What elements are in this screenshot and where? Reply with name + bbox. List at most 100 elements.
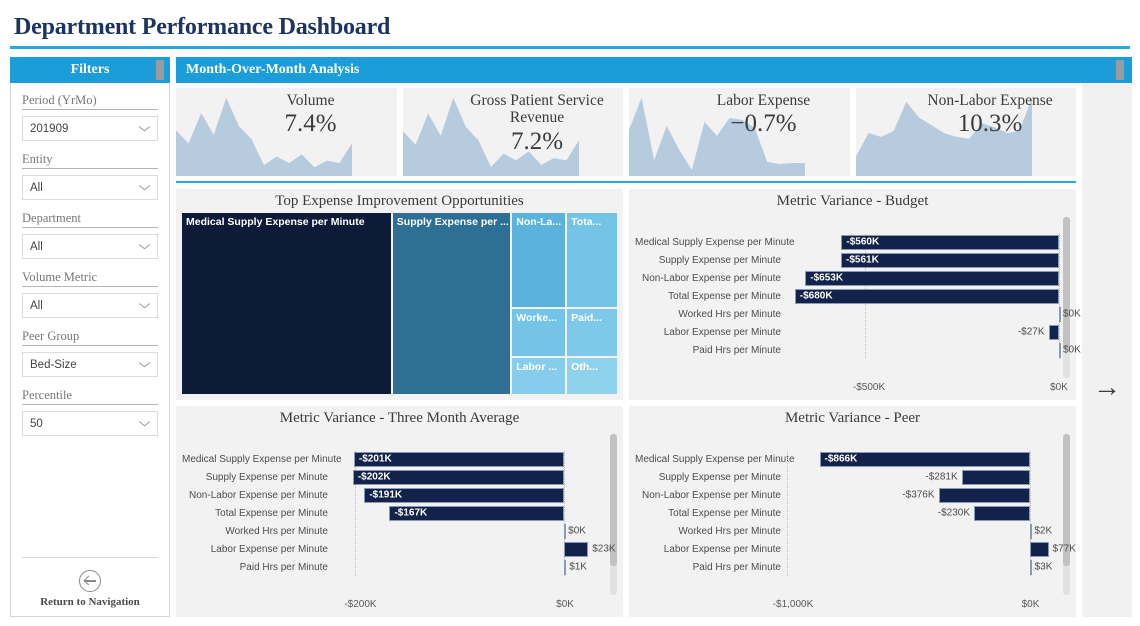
chart-title-budget: Metric Variance - Budget [776, 193, 929, 209]
bar-row[interactable]: Supply Expense per Minute -$281K [635, 468, 1059, 486]
bar-track: $0K [787, 341, 1081, 359]
filter-value-peer-group: Bed-Size [30, 358, 77, 371]
treemap-tile-label: Medical Supply Expense per Minute [186, 216, 365, 228]
bar-row[interactable]: Non-Labor Expense per Minute -$376K [635, 486, 1059, 504]
kpi-card-non-labor-expense[interactable]: Non-Labor Expense 10.3% [855, 88, 1076, 176]
bar[interactable] [805, 270, 1059, 286]
bar-row[interactable]: Paid Hrs per Minute $0K [635, 341, 1081, 359]
gridline [1059, 287, 1060, 305]
bar-row[interactable]: Medical Supply Expense per Minute -$560K [635, 233, 1060, 251]
gridline [1059, 251, 1060, 269]
return-to-navigation-label: Return to Navigation [40, 596, 140, 608]
bar-row[interactable]: Labor Expense per Minute $77K [635, 540, 1076, 558]
bar-row[interactable]: Paid Hrs per Minute $3K [635, 558, 1059, 576]
treemap-tile[interactable]: Medical Supply Expense per Minute [182, 213, 391, 394]
bar[interactable] [1029, 541, 1049, 557]
kpi-card-labor-expense[interactable]: Labor Expense −0.7% [629, 88, 850, 176]
bar-track: -$201K [334, 450, 606, 468]
filter-select-period[interactable]: 201909 [22, 116, 158, 141]
kpi-title-nonlabor: Non-Labor Expense [927, 92, 1053, 109]
bar-row[interactable]: Total Expense per Minute -$167K [182, 504, 606, 522]
kpi-title-labor: Labor Expense [716, 92, 811, 109]
gridline [1059, 269, 1060, 287]
bar-row[interactable]: Paid Hrs per Minute $1K [182, 558, 606, 576]
bar[interactable] [1059, 342, 1061, 358]
treemap-tile-label: Paid... [571, 312, 603, 325]
bar-row[interactable]: Worked Hrs per Minute $0K [635, 305, 1081, 323]
kpi-card-gross-patient-service-revenue[interactable]: Gross Patient Service Revenue 7.2% [402, 88, 623, 176]
treemap-tile[interactable]: Non-La... [512, 213, 566, 308]
treemap-tile[interactable]: Oth... [567, 358, 617, 394]
bar[interactable] [564, 523, 567, 539]
bar-row[interactable]: Total Expense per Minute -$680K [635, 287, 1060, 305]
bar-row[interactable]: Non-Labor Expense per Minute -$653K [635, 269, 1060, 287]
treemap-tile[interactable]: Paid... [567, 309, 617, 357]
bar-category-label: Labor Expense per Minute [210, 543, 328, 555]
filter-select-percentile[interactable]: 50 [22, 411, 158, 436]
bar-value-label: -$202K [357, 471, 391, 483]
title-underline-rule [10, 46, 1130, 49]
treemap-tile[interactable]: Supply Expense per ... [392, 213, 511, 394]
bar-value-label: -$201K [358, 453, 392, 465]
bar-row[interactable]: Worked Hrs per Minute $2K [635, 522, 1059, 540]
bar-track: $1K [334, 558, 606, 576]
bar-row[interactable]: Supply Expense per Minute -$202K [182, 468, 606, 486]
gridline [864, 341, 866, 359]
bar-category-label: Total Expense per Minute [668, 507, 781, 519]
bar-value-label: -$653K [810, 272, 844, 284]
chevron-down-icon [139, 243, 150, 250]
filter-select-entity[interactable]: All [22, 175, 158, 200]
bar-track: $2K [787, 522, 1059, 540]
bar-track: -$281K [787, 468, 1059, 486]
bar[interactable] [974, 505, 1030, 521]
filter-select-volume-metric[interactable]: All [22, 293, 158, 318]
three-month-chart-scrollbar[interactable] [610, 434, 617, 595]
filter-select-department[interactable]: All [22, 234, 158, 259]
axis-tick-label: $0K [1021, 599, 1040, 610]
gridline [564, 468, 566, 486]
bar[interactable] [938, 487, 1030, 503]
bar[interactable] [1059, 306, 1061, 322]
bar[interactable] [564, 541, 589, 557]
bar-row[interactable]: Medical Supply Expense per Minute -$866K [635, 450, 1059, 468]
peer-chart-scrollbar[interactable] [1063, 434, 1070, 595]
filter-label-period: Period (YrMo) [22, 93, 158, 110]
chevron-down-icon [139, 420, 150, 427]
kpi-card-volume[interactable]: Volume 7.4% [176, 88, 397, 176]
bar[interactable] [794, 288, 1059, 304]
filters-panel-title: Filters [70, 62, 110, 77]
return-to-navigation-button[interactable]: Return to Navigation [22, 557, 158, 608]
filter-label-percentile: Percentile [22, 388, 158, 405]
bar[interactable] [1048, 324, 1059, 340]
treemap-tile[interactable]: Tota... [567, 213, 617, 308]
arrow-right-icon[interactable]: → [1093, 373, 1121, 401]
gridline [787, 522, 788, 540]
kpi-value-labor: −0.7% [730, 110, 797, 138]
bar-category-label: Paid Hrs per Minute [239, 561, 328, 573]
treemap-tile[interactable]: Worke... [512, 309, 566, 357]
gridline [787, 486, 788, 504]
bar-category-label: Total Expense per Minute [668, 290, 781, 302]
treemap-tile-label: Non-La... [516, 216, 562, 228]
bar[interactable] [1029, 559, 1032, 575]
bar-row[interactable]: Supply Expense per Minute -$561K [635, 251, 1060, 269]
bar[interactable] [961, 469, 1030, 485]
content-scrollbar-thumb[interactable] [1116, 60, 1124, 80]
filter-label-volume-metric: Volume Metric [22, 270, 158, 287]
bar[interactable] [1029, 523, 1032, 539]
bar-row[interactable]: Total Expense per Minute -$230K [635, 504, 1059, 522]
bar-row[interactable]: Labor Expense per Minute -$27K [635, 323, 1060, 341]
filter-value-volume-metric: All [30, 299, 43, 312]
filter-value-percentile: 50 [30, 417, 43, 430]
bar-track: -$560K [787, 233, 1060, 251]
treemap-tile[interactable]: Labor ... [512, 358, 566, 394]
bar-row[interactable]: Non-Labor Expense per Minute -$191K [182, 486, 606, 504]
bar-row[interactable]: Medical Supply Expense per Minute -$201K [182, 450, 606, 468]
bar-row[interactable]: Worked Hrs per Minute $0K [182, 522, 606, 540]
filters-scrollbar-thumb[interactable] [156, 60, 164, 80]
filter-select-peer-group[interactable]: Bed-Size [22, 352, 158, 377]
bar-value-label: -$167K [394, 507, 428, 519]
bar[interactable] [564, 559, 567, 575]
bar-row[interactable]: Labor Expense per Minute $23K [182, 540, 616, 558]
x-axis: -$500K $0K [635, 380, 1068, 398]
